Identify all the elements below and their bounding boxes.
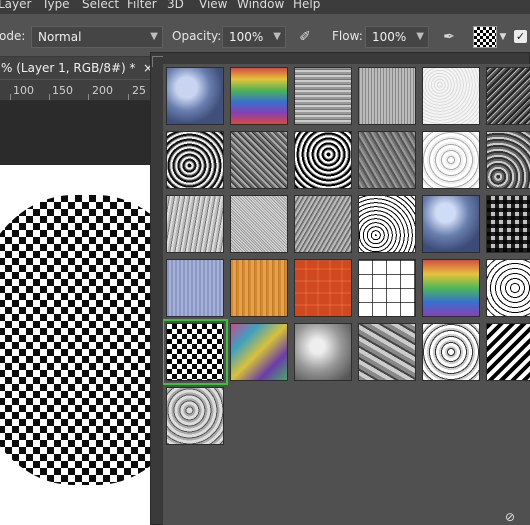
canvas-pasteboard [0,101,150,165]
pattern-swatch-fibers-1[interactable] [294,67,352,125]
ruler-tick: 25 [132,84,146,97]
pattern-swatch-rock-1[interactable] [166,131,224,189]
opacity-label: Opacity: [172,29,222,43]
pressure-opacity-icon[interactable]: ✐ [293,26,317,48]
menu-help[interactable]: Help [293,0,320,10]
pattern-swatch-wood[interactable] [230,259,288,317]
pattern-swatch-weave[interactable] [486,195,530,253]
pattern-swatch-psychedelic[interactable] [230,323,288,381]
resize-grip-icon[interactable]: ⊘ [505,510,523,524]
menu-layer[interactable]: Layer [0,0,31,10]
ruler-tick: 200 [92,84,113,97]
pattern-swatch-blue-fabric[interactable] [166,259,224,317]
chevron-down-icon: ▼ [273,31,281,42]
menu-window[interactable]: Window [237,0,284,10]
opacity-field[interactable]: 100% ▼ [222,26,286,48]
pattern-swatch-spatter-white[interactable] [422,131,480,189]
flow-value: 100% [372,30,407,44]
blend-mode-value: Normal [38,30,82,44]
ruler-tick: 150 [52,84,73,97]
opacity-value: 100% [229,30,264,44]
flow-label: Flow: [332,29,363,43]
options-bar: ode: Normal ▼ Opacity: 100% ▼ ✐ Flow: 10… [0,14,530,57]
pattern-swatch-rock-2[interactable] [230,131,288,189]
pattern-swatch-cracked[interactable] [358,195,416,253]
pattern-swatch-crystals[interactable] [358,323,416,381]
menu-filter[interactable]: Filter [127,0,157,10]
pattern-swatch-black-lines[interactable] [486,259,530,317]
menu-type[interactable]: Type [42,0,70,10]
panel-grip[interactable] [152,56,163,67]
pattern-grid [163,64,530,525]
pattern-swatch-clouds[interactable] [294,323,352,381]
pattern-swatch-rainbow-swirl[interactable] [230,67,288,125]
menu-bar: Layer Type Select Filter 3D View Window … [0,0,530,14]
pattern-swatch-concrete[interactable] [166,195,224,253]
menu-3d[interactable]: 3D [167,0,184,10]
menu-view[interactable]: View [199,0,227,10]
pattern-swatch-orange-tiles[interactable] [294,259,352,317]
horizontal-ruler: 100 150 200 25 [0,80,150,101]
document-tab-title: % (Layer 1, RGB/8#) * [1,61,136,75]
pattern-picker-swatch[interactable] [473,26,497,48]
aligned-checkbox[interactable]: ✓ [514,30,527,43]
chevron-down-icon: ▼ [150,31,158,42]
pattern-swatch-white-grid[interactable] [358,259,416,317]
close-icon[interactable]: × [143,57,150,79]
pattern-swatch-paper-white[interactable] [422,67,480,125]
pattern-swatch-fibers-2[interactable] [358,67,416,125]
pattern-swatch-gravel[interactable] [486,131,530,189]
pattern-swatch-bubbles-2[interactable] [422,195,480,253]
blend-mode-select[interactable]: Normal ▼ [31,26,163,48]
pattern-swatch-noise-dark[interactable] [486,67,530,125]
mode-label: ode: [0,29,26,43]
pattern-swatch-bubbles[interactable] [166,67,224,125]
warped-checker-image [0,195,150,485]
ruler-tick: 100 [13,84,34,97]
document-canvas[interactable] [0,165,150,525]
pattern-swatch-scratches[interactable] [294,195,352,253]
pattern-swatch-veins[interactable] [422,323,480,381]
pattern-swatch-marble-gray[interactable] [166,387,224,445]
menu-select[interactable]: Select [82,0,119,10]
airbrush-icon[interactable]: ✒ [437,26,461,48]
pattern-swatch-rock-4[interactable] [358,131,416,189]
pattern-swatch-checker-warp[interactable] [163,319,228,385]
flow-field[interactable]: 100% ▼ [365,26,429,48]
pattern-swatch-chevron[interactable] [486,323,530,381]
pattern-swatch-rock-3[interactable] [294,131,352,189]
chevron-down-icon[interactable]: ▼ [497,26,509,48]
pattern-swatch-fine-noise[interactable] [230,195,288,253]
chevron-down-icon: ▼ [416,31,424,42]
document-tab[interactable]: % (Layer 1, RGB/8#) * × [0,57,150,79]
pattern-swatch-rainbow-swirl-2[interactable] [422,259,480,317]
